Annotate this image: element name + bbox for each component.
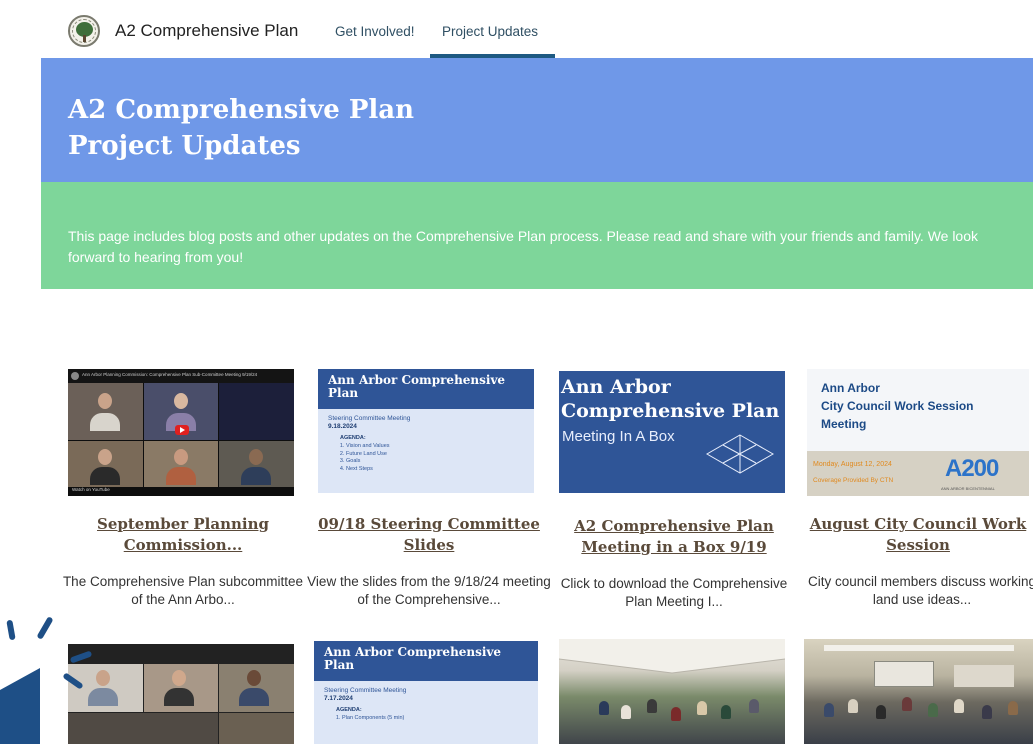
slide-agenda-label: AGENDA: [336,707,362,713]
card-title[interactable]: September Planning Commission... [64,514,302,556]
agenda-item: Next Steps [346,466,390,474]
slide-title: Ann Arbor Comprehensive Plan [324,645,502,672]
sparkle-decoration-icon [0,617,92,744]
video-title-bar: Ann Arbor Planning Commission: Comprehen… [68,369,294,383]
a200-logo-subtitle: ANN ARBOR BICENTENNIAL [941,486,995,491]
tent-canopy [559,639,785,674]
page-title-line-2: Project Updates [68,131,301,161]
slide-agenda-list: Vision and Values Future Land Use Goals … [346,443,390,473]
card-description: City council members discuss working lan… [807,574,1033,607]
council-session-thumbnail[interactable]: Ann Arbor City Council Work Session Meet… [807,369,1029,496]
slide-thumbnail-bottom[interactable]: Ann Arbor Comprehensive Plan Steering Co… [314,641,538,744]
site-title[interactable]: A2 Comprehensive Plan [115,21,298,41]
card-description: View the slides from the 9/18/24 meeting… [307,574,551,607]
slide-thumbnail[interactable]: Ann Arbor Comprehensive Plan Steering Co… [318,369,534,493]
council-title-line-3: Meeting [821,417,867,431]
channel-avatar-icon [71,372,79,380]
top-nav: A2 Comprehensive Plan Get Involved! Proj… [0,0,1033,58]
box-title: Ann Arbor Comprehensive Plan [561,375,785,423]
meeting-in-a-box-thumbnail[interactable]: Ann Arbor Comprehensive Plan Meeting In … [559,371,785,493]
card-description: The Comprehensive Plan subcommittee of t… [62,574,304,607]
card-description: Click to download the Comprehensive Plan… [560,576,788,609]
slide-date: 7.17.2024 [324,695,353,702]
box-title-line-2: Comprehensive Plan [561,400,780,422]
city-seal-logo-icon[interactable] [68,15,100,47]
box-subtitle: Meeting In A Box [562,428,675,445]
page-title: A2 Comprehensive Plan Project Updates [68,92,588,164]
card-title[interactable]: 09/18 Steering Committee Slides [310,514,548,556]
a200-logo: A200 [945,455,999,482]
agenda-item: Vision and Values [346,443,390,451]
council-title-line-2: City Council Work Session [821,399,974,413]
page-title-line-1: A2 Comprehensive Plan [68,95,415,125]
council-date: Monday, August 12, 2024 [813,461,892,468]
card-title[interactable]: August City Council Work Session [799,514,1033,556]
slide-meeting-label: Steering Committee Meeting [328,415,411,422]
slide-agenda-list: Plan Components (5 min) [342,715,404,723]
box-title-line-1: Ann Arbor [561,376,671,398]
hero-banner: A2 Comprehensive Plan Project Updates [41,58,1033,182]
slide-title: Ann Arbor Comprehensive Plan [328,373,506,400]
open-house-photo[interactable] [804,639,1033,744]
slide-meeting-label: Steering Committee Meeting [324,687,407,694]
agenda-item: Plan Components (5 min) [342,715,404,723]
watch-on-youtube-label[interactable]: Watch on YouTube [72,487,110,492]
slide-date: 9.18.2024 [328,423,357,430]
intro-banner: This page includes blog posts and other … [41,182,1033,289]
slide-agenda-label: AGENDA: [340,435,366,441]
tent-event-photo[interactable] [559,639,785,744]
agenda-item: Future Land Use [346,451,390,459]
youtube-play-icon[interactable] [175,425,189,435]
box-outline-icon [705,434,775,474]
agenda-item: Goals [346,458,390,466]
video-thumbnail[interactable]: Ann Arbor Planning Commission: Comprehen… [68,369,294,496]
council-title-line-1: Ann Arbor [821,381,880,395]
council-coverage: Coverage Provided By CTN [813,477,894,484]
nav-link-project-updates[interactable]: Project Updates [442,24,538,39]
intro-text: This page includes blog posts and other … [68,228,979,265]
nav-link-get-involved[interactable]: Get Involved! [335,24,415,39]
council-title: Ann Arbor City Council Work Session Meet… [821,379,1021,433]
card-title[interactable]: A2 Comprehensive Plan Meeting in a Box 9… [555,516,793,558]
video-title: Ann Arbor Planning Commission: Comprehen… [82,372,258,377]
